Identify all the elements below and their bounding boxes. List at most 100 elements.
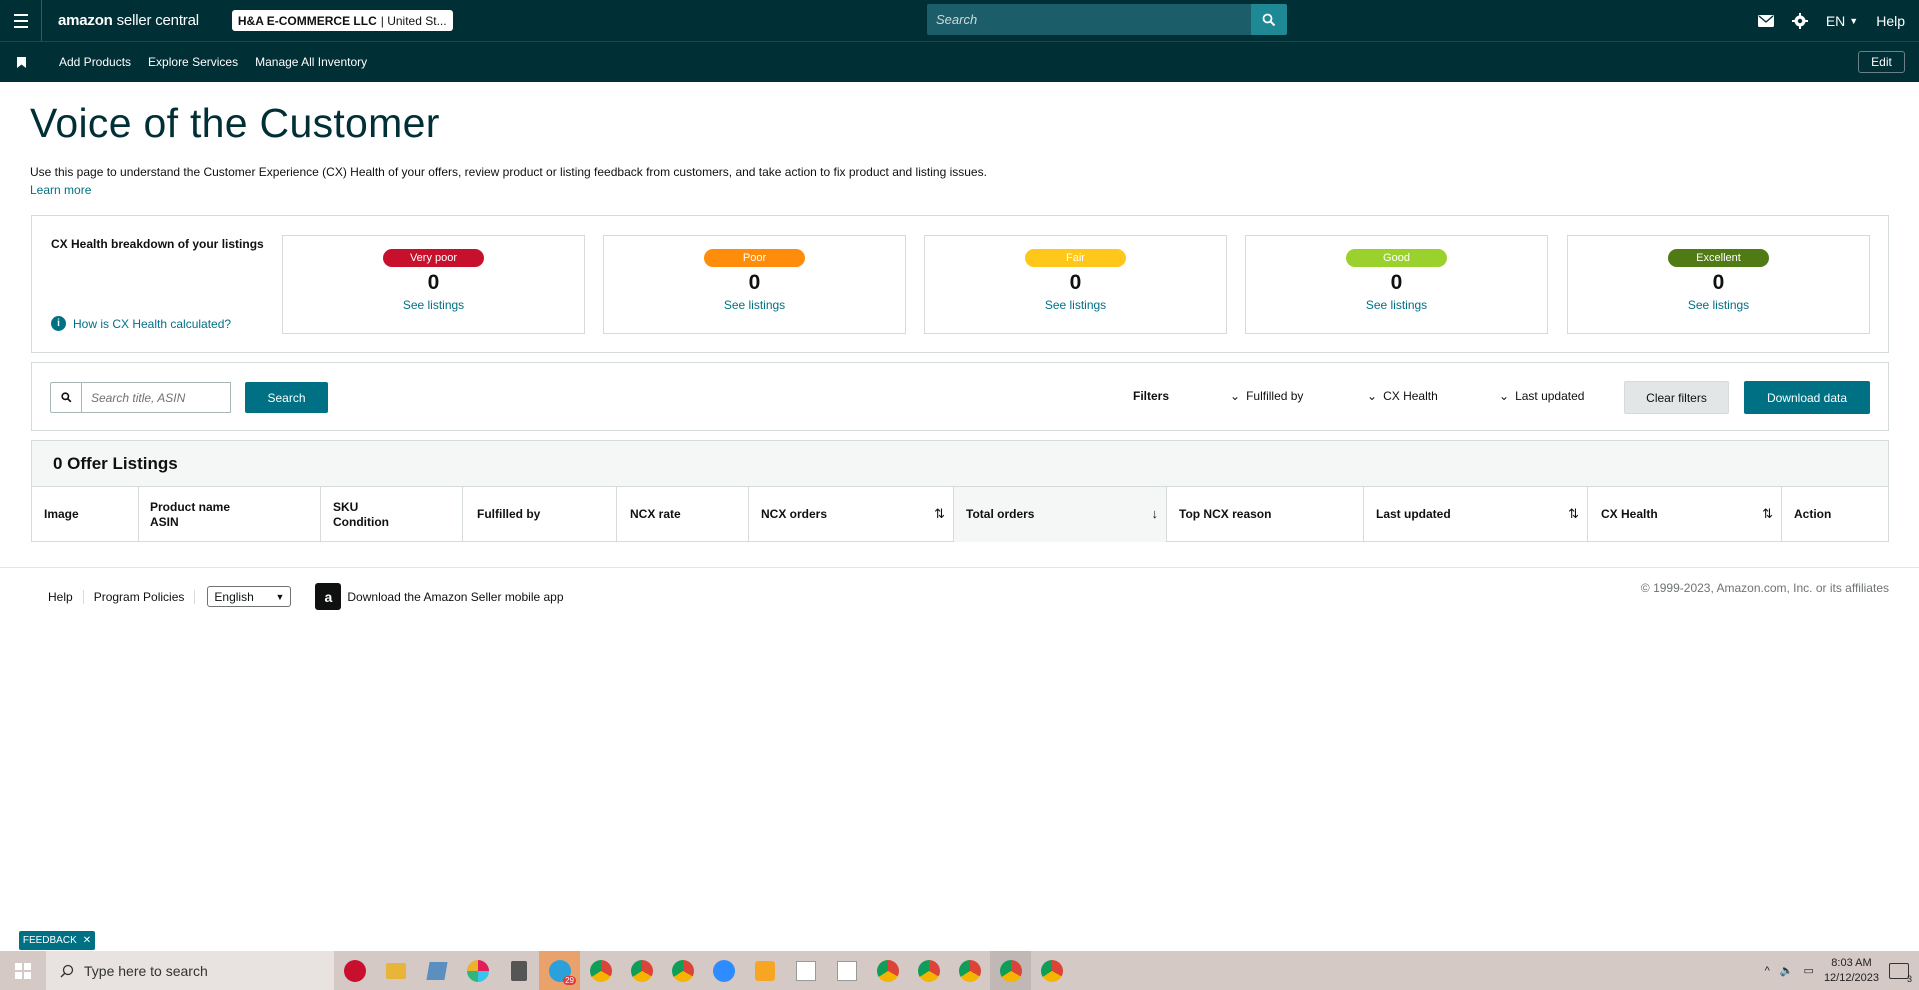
learn-more-link[interactable]: Learn more	[30, 183, 91, 197]
see-listings-link[interactable]: See listings	[283, 298, 584, 312]
info-icon: i	[51, 316, 66, 331]
windows-taskbar: Type here to search 29 ^ 🔈 ▭ 8:03 AM 12/…	[0, 951, 1919, 990]
shortcut-explore-services[interactable]: Explore Services	[148, 55, 238, 69]
chevron-down-icon: ⌄	[1230, 389, 1241, 403]
see-listings-link[interactable]: See listings	[604, 298, 905, 312]
chrome-profile-icon[interactable]	[621, 951, 662, 990]
global-search-input[interactable]: Search	[927, 4, 1251, 35]
taskbar-search[interactable]: Type here to search	[46, 951, 334, 990]
listings-title: 0 Offer Listings	[32, 441, 1888, 487]
filter-last-updated[interactable]: ⌄ Last updated	[1499, 389, 1584, 403]
see-listings-link[interactable]: See listings	[925, 298, 1226, 312]
cx-card-poor: Poor 0 See listings	[603, 235, 906, 334]
column-last-updated[interactable]: Last updated ⇅	[1363, 487, 1587, 542]
account-region: United St...	[387, 13, 447, 28]
sort-icon[interactable]: ⇅	[934, 506, 945, 521]
column-total-orders[interactable]: Total orders ↓	[953, 487, 1166, 542]
download-data-button[interactable]: Download data	[1744, 381, 1870, 414]
filter-fulfilled-by[interactable]: ⌄ Fulfilled by	[1230, 389, 1303, 403]
menu-icon[interactable]	[0, 0, 42, 41]
copyright: © 1999-2023, Amazon.com, Inc. or its aff…	[1640, 581, 1889, 595]
zoom-icon[interactable]	[703, 951, 744, 990]
cx-health-help-link[interactable]: i How is CX Health calculated?	[51, 316, 231, 331]
see-listings-link[interactable]: See listings	[1246, 298, 1547, 312]
notification-count: 3	[1906, 973, 1912, 984]
cx-card-very-poor: Very poor 0 See listings	[282, 235, 585, 334]
calculator-icon[interactable]	[498, 951, 539, 990]
notification-center-icon[interactable]: 3	[1889, 962, 1912, 984]
speaker-icon[interactable]: 🔈	[1780, 964, 1794, 977]
cx-health-panel: CX Health breakdown of your listings i H…	[31, 215, 1889, 353]
column-ncx-orders[interactable]: NCX orders ⇅	[748, 487, 953, 542]
language-selector[interactable]: EN ▼	[1826, 13, 1858, 29]
windows-start-icon[interactable]	[0, 951, 46, 990]
chrome-profile-icon[interactable]	[662, 951, 703, 990]
taskbar-search-text: Type here to search	[84, 962, 208, 979]
feedback-button[interactable]: FEEDBACK ✕	[19, 931, 95, 950]
search-icon	[1262, 13, 1276, 26]
column-cx-health[interactable]: CX Health ⇅	[1587, 487, 1781, 542]
see-listings-link[interactable]: See listings	[1568, 298, 1869, 312]
bookmark-icon[interactable]	[0, 56, 42, 68]
filter-label: Fulfilled by	[1246, 389, 1304, 403]
notes-app-icon[interactable]	[416, 951, 457, 990]
footer-policies-link[interactable]: Program Policies	[84, 589, 196, 604]
column-ncx-rate: NCX rate	[616, 487, 748, 542]
chart-app-icon[interactable]	[826, 951, 867, 990]
arrow-down-icon[interactable]: ↓	[1152, 506, 1159, 521]
table-header: Image Product name ASIN SKU Condition Fulf…	[32, 487, 1888, 542]
filter-cx-health[interactable]: ⌄ CX Health	[1367, 389, 1438, 403]
global-search-button[interactable]	[1251, 4, 1287, 35]
close-icon[interactable]: ✕	[83, 935, 91, 946]
listing-search-input[interactable]: Search title, ASIN	[81, 382, 231, 413]
top-navbar: amazon seller central H&A E-COMMERCE LLC…	[0, 0, 1919, 41]
column-sku: SKU Condition	[320, 487, 462, 542]
chrome-profile-icon[interactable]	[867, 951, 908, 990]
column-action: Action	[1781, 487, 1888, 542]
clock-time: 8:03 AM	[1831, 956, 1872, 969]
clear-filters-button[interactable]: Clear filters	[1624, 381, 1729, 414]
sort-icon[interactable]: ⇅	[1568, 506, 1579, 521]
status-badge: Excellent	[1668, 249, 1769, 267]
chrome-profile-icon[interactable]	[908, 951, 949, 990]
cx-count: 0	[1712, 271, 1725, 294]
telegram-icon[interactable]: 29	[539, 951, 580, 990]
poinsettia-widget-icon[interactable]	[334, 951, 375, 990]
account-switcher[interactable]: H&A E-COMMERCE LLC | United St...	[231, 10, 453, 31]
edit-shortcuts-button[interactable]: Edit	[1858, 51, 1905, 73]
cx-card-excellent: Excellent 0 See listings	[1567, 235, 1870, 334]
chevron-up-icon[interactable]: ^	[1765, 965, 1770, 977]
shortcut-add-products[interactable]: Add Products	[59, 55, 131, 69]
shortcut-manage-inventory[interactable]: Manage All Inventory	[255, 55, 367, 69]
slack-icon[interactable]	[457, 951, 498, 990]
search-button[interactable]: Search	[245, 382, 328, 413]
footer-language-select[interactable]: English ▼	[207, 586, 292, 607]
r-app-icon[interactable]	[744, 951, 785, 990]
chrome-icon[interactable]	[580, 951, 621, 990]
mobile-app-link[interactable]: a Download the Amazon Seller mobile app	[315, 583, 564, 610]
chevron-down-icon: ▼	[275, 591, 285, 602]
chart-app-icon[interactable]	[785, 951, 826, 990]
chrome-profile-icon[interactable]	[949, 951, 990, 990]
file-explorer-icon[interactable]	[375, 951, 416, 990]
language-label: EN	[1825, 12, 1846, 29]
filter-label: CX Health	[1383, 389, 1438, 403]
column-image: Image	[44, 507, 79, 521]
chrome-profile-icon[interactable]	[1031, 951, 1072, 990]
gear-icon[interactable]	[1791, 12, 1808, 29]
system-clock[interactable]: 8:03 AM 12/12/2023	[1824, 956, 1879, 986]
footer-help-link[interactable]: Help	[48, 589, 84, 604]
help-link[interactable]: Help	[1876, 13, 1905, 29]
network-icon[interactable]: ▭	[1804, 964, 1814, 977]
mail-icon[interactable]	[1757, 14, 1774, 27]
sort-icon[interactable]: ⇅	[1762, 506, 1773, 521]
caret-down-icon: ▼	[1849, 15, 1859, 26]
feedback-label: FEEDBACK	[22, 935, 77, 946]
column-product-name: Product name ASIN	[138, 487, 320, 542]
cx-health-help-text: How is CX Health calculated?	[73, 316, 232, 331]
status-badge: Poor	[704, 249, 805, 267]
offer-listings-table: 0 Offer Listings Image Product name ASIN …	[31, 440, 1889, 542]
seller-central-logo[interactable]: amazon seller central	[58, 12, 199, 29]
chrome-active-icon[interactable]	[990, 951, 1031, 990]
clock-date: 12/12/2023	[1823, 971, 1879, 984]
